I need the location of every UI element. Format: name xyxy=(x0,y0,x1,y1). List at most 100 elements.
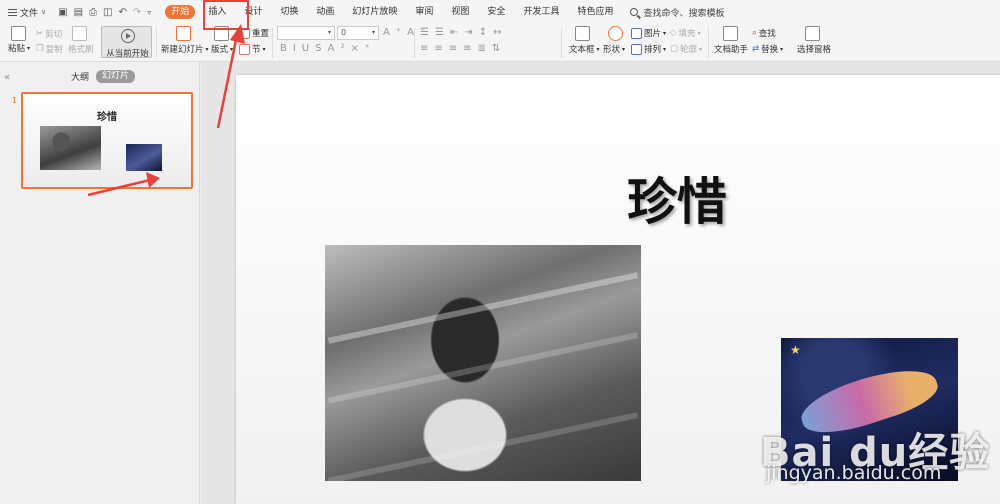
shape-button[interactable]: 形状 ▾ xyxy=(603,43,625,55)
fill-button[interactable]: ◇ 填充 ▾ xyxy=(670,27,701,39)
ribbon-divider xyxy=(561,28,562,58)
select-pane-icon xyxy=(805,26,820,41)
light-streak xyxy=(327,272,639,344)
find-label: 查找 xyxy=(758,29,776,39)
layout-label: 版式 xyxy=(211,45,229,55)
tab-slideshow[interactable]: 幻灯片放映 xyxy=(343,0,406,24)
insert-tab-highlight xyxy=(203,0,249,30)
thumbnail-title: 珍惜 xyxy=(97,112,117,123)
tab-outline[interactable]: 大纲 xyxy=(71,70,89,83)
paste-label: 粘贴 xyxy=(8,44,26,54)
cut-label: 剪切 xyxy=(45,30,63,40)
copy-label: 复制 xyxy=(45,45,63,55)
format-painter-icon xyxy=(72,26,87,41)
textbox-label: 文本框 xyxy=(569,45,595,55)
scissors-icon: ✂ xyxy=(36,29,44,39)
export-pdf-icon[interactable]: ▤ xyxy=(74,7,83,18)
play-from-current-label: 从当前开始 xyxy=(106,49,149,59)
arrange-icon xyxy=(631,43,642,55)
outline-icon: ▢ xyxy=(670,44,679,54)
new-slide-label: 新建幻灯片 xyxy=(161,45,204,55)
find-button[interactable]: ⌕ 查找 xyxy=(752,27,776,39)
copy-button[interactable]: ❐ 复制 xyxy=(36,43,63,55)
tab-home[interactable]: 开始 xyxy=(165,5,196,19)
fill-icon: ◇ xyxy=(670,28,677,38)
picture-label: 图片 xyxy=(644,29,662,39)
search-icon xyxy=(630,8,639,16)
tab-security[interactable]: 安全 xyxy=(478,0,514,24)
layout-button[interactable]: 版式 ▾ xyxy=(211,43,233,55)
align-icons[interactable]: ≡≡≡≡≣⇅ xyxy=(420,43,506,54)
section-label: 节 xyxy=(252,45,261,55)
ribbon-divider xyxy=(414,28,415,58)
tab-view[interactable]: 视图 xyxy=(442,0,478,24)
print-preview-icon[interactable]: ◫ xyxy=(103,7,112,18)
save-icon[interactable]: ▣ xyxy=(58,7,67,18)
section-icon xyxy=(239,43,250,55)
light-streak xyxy=(327,412,639,481)
file-label: 文件 xyxy=(20,8,39,19)
tab-features[interactable]: 特色应用 xyxy=(568,0,622,24)
font-size-box[interactable]: 0 ▾ xyxy=(337,26,379,40)
doc-assistant-button[interactable]: 文档助手 xyxy=(714,43,748,55)
shape-label: 形状 xyxy=(603,45,621,55)
shape-icon xyxy=(608,26,623,41)
thumbnail-photo-portrait xyxy=(40,126,101,170)
play-icon xyxy=(121,29,135,43)
play-from-current-button[interactable]: 从当前开始 xyxy=(101,26,152,59)
ribbon-divider xyxy=(272,28,273,58)
section-button[interactable]: 节 ▾ xyxy=(239,43,266,55)
undo-icon[interactable]: ↶ xyxy=(119,7,127,18)
command-search[interactable]: 查找命令、搜索模板 xyxy=(630,6,724,19)
tab-slides[interactable]: 幻灯片 xyxy=(96,70,136,83)
redo-icon[interactable]: ↷ xyxy=(133,7,141,18)
reset-label: 重置 xyxy=(252,29,270,39)
replace-icon: ⇄ xyxy=(752,44,760,54)
slide-thumbnail[interactable]: 珍惜 xyxy=(21,92,193,189)
ribbon-divider xyxy=(156,28,157,58)
tab-developer[interactable]: 开发工具 xyxy=(514,0,568,24)
tab-review[interactable]: 审阅 xyxy=(406,0,442,24)
command-search-label: 查找命令、搜索模板 xyxy=(643,8,725,19)
font-size-value: 0 xyxy=(341,28,347,37)
arrange-label: 排列 xyxy=(644,45,662,55)
tab-transition[interactable]: 切换 xyxy=(271,0,307,24)
select-pane-label: 选择窗格 xyxy=(797,45,832,55)
textbox-icon xyxy=(575,26,590,41)
new-slide-icon xyxy=(176,26,191,41)
font-style-icons[interactable]: BIUSA²×ˣ xyxy=(280,43,375,54)
replace-button[interactable]: ⇄ 替换 ▾ xyxy=(752,43,783,55)
thumbnail-photo-whale xyxy=(126,144,162,171)
arrange-button[interactable]: 排列 ▾ xyxy=(631,43,666,55)
chevron-down-icon: ∨ xyxy=(41,8,47,16)
portrait-photo[interactable] xyxy=(325,245,641,481)
star-icon: ★ xyxy=(790,343,801,357)
light-streak xyxy=(327,332,639,404)
list-indent-icons[interactable]: ☰☰⇤⇥↕↔ xyxy=(420,27,507,38)
new-slide-button[interactable]: 新建幻灯片 ▾ xyxy=(161,43,209,55)
tab-animation[interactable]: 动画 xyxy=(307,0,343,24)
cut-button[interactable]: ✂ 剪切 xyxy=(36,28,62,40)
quick-access-toolbar: ▣ ▤ ⎙ ◫ ↶ ↷ ▿ xyxy=(52,7,157,18)
select-pane-button[interactable]: 选择窗格 xyxy=(797,43,831,55)
chevron-down-icon: ▾ xyxy=(327,29,331,36)
picture-button[interactable]: 图片 ▾ xyxy=(631,27,666,39)
menu-bar: 文件 ∨ ▣ ▤ ⎙ ◫ ↶ ↷ ▿ 开始 插入 设计 切换 动画 幻灯片放映 … xyxy=(0,0,1000,24)
print-icon[interactable]: ⎙ xyxy=(89,7,97,18)
slide-title[interactable]: 珍惜 xyxy=(597,162,757,234)
font-name-box[interactable]: ▾ xyxy=(277,26,335,40)
fill-label: 填充 xyxy=(678,29,696,39)
format-painter-button[interactable]: 格式刷 xyxy=(68,43,94,55)
file-menu[interactable]: 文件 ∨ xyxy=(0,0,52,24)
slide-panel: « 大纲 幻灯片 1 珍惜 xyxy=(0,62,200,504)
customize-icon[interactable]: ▿ xyxy=(147,8,151,17)
collapse-panel-icon[interactable]: « xyxy=(4,72,10,83)
outline-button[interactable]: ▢ 轮廓 ▾ xyxy=(670,43,702,55)
hamburger-icon xyxy=(8,8,17,16)
chevron-down-icon: ▾ xyxy=(371,29,375,36)
find-icon: ⌕ xyxy=(752,28,757,38)
textbox-button[interactable]: 文本框 ▾ xyxy=(569,43,600,55)
doc-assistant-icon xyxy=(723,26,738,41)
picture-icon xyxy=(631,27,642,39)
paste-button[interactable]: 粘贴 ▾ xyxy=(8,42,30,54)
